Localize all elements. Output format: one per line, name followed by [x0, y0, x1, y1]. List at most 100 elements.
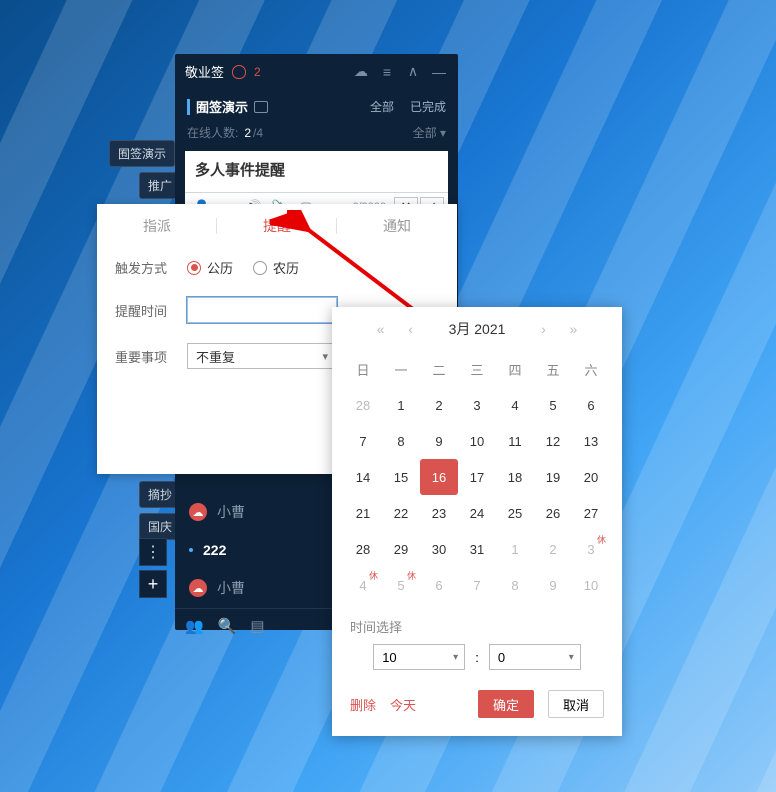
time-input[interactable]	[187, 297, 337, 323]
date-picker: « ‹ 3月 2021 › » 日一二三四五六 2812345678910111…	[332, 307, 622, 736]
weekday-cell: 五	[534, 351, 572, 387]
day-cell[interactable]: 7	[344, 423, 382, 459]
tab-notify[interactable]: 通知	[337, 204, 457, 248]
day-cell[interactable]: 2	[534, 531, 572, 567]
avatar: ☁	[189, 503, 207, 521]
radio-lunar[interactable]: 农历	[253, 258, 299, 277]
day-cell[interactable]: 1	[496, 531, 534, 567]
dp-footer: 删除 今天 确定 取消	[332, 670, 622, 722]
minute-select[interactable]: 0	[489, 644, 581, 670]
day-cell[interactable]: 17	[458, 459, 496, 495]
popover-tabs: 指派 提醒 通知	[97, 204, 457, 248]
prev-year[interactable]: «	[371, 321, 391, 337]
radio-label: 农历	[273, 258, 299, 277]
day-cell[interactable]: 30	[420, 531, 458, 567]
weekday-cell: 三	[458, 351, 496, 387]
filter-all[interactable]: 全部	[370, 98, 394, 115]
dp-today[interactable]: 今天	[390, 695, 416, 714]
day-cell[interactable]: 6	[420, 567, 458, 603]
day-cell[interactable]: 25	[496, 495, 534, 531]
dp-row: 78910111213	[344, 423, 610, 459]
day-cell[interactable]: 8	[382, 423, 420, 459]
filter-done[interactable]: 已完成	[410, 98, 446, 115]
day-cell[interactable]: 28	[344, 387, 382, 423]
day-cell[interactable]: 16	[420, 459, 458, 495]
day-cell[interactable]: 20	[572, 459, 610, 495]
day-cell[interactable]: 23	[420, 495, 458, 531]
day-cell[interactable]: 4	[496, 387, 534, 423]
next-year[interactable]: »	[563, 321, 583, 337]
day-cell[interactable]: 9	[534, 567, 572, 603]
dp-row: 4休5休678910	[344, 567, 610, 603]
day-cell[interactable]: 21	[344, 495, 382, 531]
day-cell[interactable]: 2	[420, 387, 458, 423]
section-header: 囿签演示 全部 已完成	[175, 89, 458, 124]
day-cell[interactable]: 7	[458, 567, 496, 603]
day-cell[interactable]: 12	[534, 423, 572, 459]
day-cell[interactable]: 8	[496, 567, 534, 603]
sync-icon[interactable]: ☁	[352, 63, 370, 80]
pin-icon[interactable]: ∧	[404, 63, 422, 80]
day-cell[interactable]: 31	[458, 531, 496, 567]
day-cell[interactable]: 15	[382, 459, 420, 495]
dp-ok[interactable]: 确定	[478, 690, 534, 718]
day-cell[interactable]: 9	[420, 423, 458, 459]
time-section-label: 时间选择	[332, 603, 622, 644]
day-cell[interactable]: 11	[496, 423, 534, 459]
day-cell[interactable]: 6	[572, 387, 610, 423]
row-trigger: 触发方式 公历 农历	[97, 248, 457, 287]
group-icon[interactable]: 👥	[185, 617, 204, 635]
repeat-select[interactable]: 不重复	[187, 343, 337, 369]
day-cell[interactable]: 22	[382, 495, 420, 531]
compose-textarea[interactable]	[185, 151, 448, 189]
minute-value: 0	[498, 650, 505, 665]
day-cell[interactable]: 10	[458, 423, 496, 459]
radio-solar[interactable]: 公历	[187, 258, 233, 277]
dp-time-row: 10 : 0	[332, 644, 622, 670]
day-cell[interactable]: 18	[496, 459, 534, 495]
day-cell[interactable]: 3	[458, 387, 496, 423]
titlebar: 敬业签 2 ☁ ≡ ∧ —	[175, 54, 458, 89]
dp-cancel[interactable]: 取消	[548, 690, 604, 718]
sidebar-add-button[interactable]: +	[139, 570, 167, 598]
day-cell[interactable]: 14	[344, 459, 382, 495]
sidebar-more-button[interactable]: ⋮	[139, 538, 167, 566]
minimize-icon[interactable]: —	[430, 64, 448, 80]
day-cell[interactable]: 19	[534, 459, 572, 495]
prev-month[interactable]: ‹	[401, 321, 421, 337]
day-cell[interactable]: 4休	[344, 567, 382, 603]
bell-icon[interactable]	[232, 65, 246, 79]
radio-icon	[253, 261, 267, 275]
day-cell[interactable]: 5休	[382, 567, 420, 603]
next-month[interactable]: ›	[533, 321, 553, 337]
day-cell[interactable]: 28	[344, 531, 382, 567]
weekday-cell: 四	[496, 351, 534, 387]
day-cell[interactable]: 24	[458, 495, 496, 531]
dp-grid: 日一二三四五六 28123456789101112131415161718192…	[332, 351, 622, 603]
radio-icon	[187, 261, 201, 275]
search-icon[interactable]: 🔍	[218, 617, 237, 635]
day-cell[interactable]: 29	[382, 531, 420, 567]
tab-assign[interactable]: 指派	[97, 204, 217, 248]
day-cell[interactable]: 3休	[572, 531, 610, 567]
online-label: 在线人数:	[187, 124, 238, 141]
section-title: 囿签演示	[196, 97, 248, 116]
online-filter[interactable]: 全部 ▾	[413, 124, 446, 141]
tab-remind[interactable]: 提醒	[217, 204, 337, 248]
day-cell[interactable]: 26	[534, 495, 572, 531]
list-icon[interactable]	[254, 101, 268, 113]
dp-delete[interactable]: 删除	[350, 695, 376, 714]
day-cell[interactable]: 10	[572, 567, 610, 603]
subheader: 在线人数: 2 /4 全部 ▾	[175, 124, 458, 147]
menu-icon[interactable]: ≡	[378, 64, 396, 80]
dp-row: 28123456	[344, 387, 610, 423]
sidebar-tag-demo[interactable]: 囿签演示	[109, 140, 175, 167]
day-cell[interactable]: 13	[572, 423, 610, 459]
day-cell[interactable]: 27	[572, 495, 610, 531]
day-cell[interactable]: 1	[382, 387, 420, 423]
calendar-icon[interactable]: ▤	[250, 617, 264, 635]
hour-select[interactable]: 10	[373, 644, 465, 670]
accent-bar	[187, 99, 190, 115]
day-cell[interactable]: 5	[534, 387, 572, 423]
holiday-badge: 休	[369, 569, 378, 582]
